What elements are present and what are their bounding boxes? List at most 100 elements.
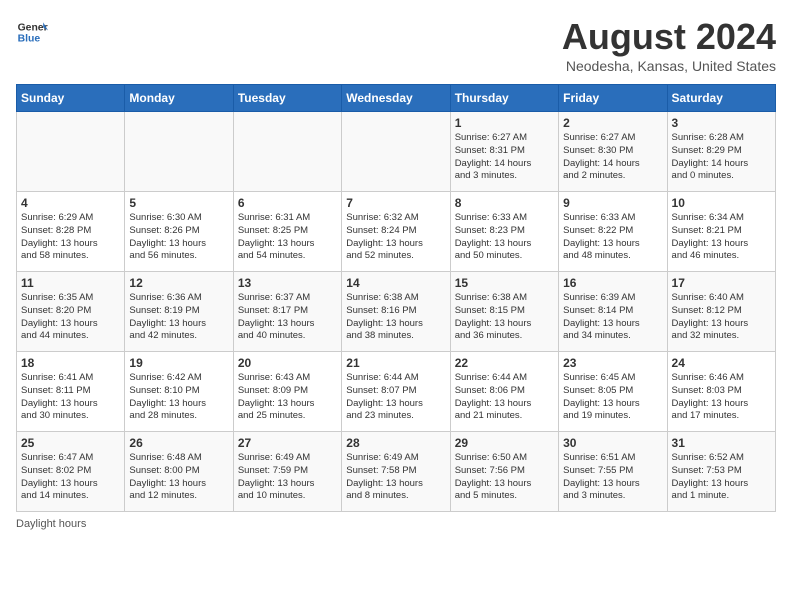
calendar-cell: 11Sunrise: 6:35 AM Sunset: 8:20 PM Dayli… bbox=[17, 272, 125, 352]
footer: Daylight hours bbox=[16, 518, 776, 530]
day-info: Sunrise: 6:52 AM Sunset: 7:53 PM Dayligh… bbox=[672, 452, 771, 503]
calendar-week-row: 4 Sunrise: 6:29 AM Sunset: 8:28 PM Daylig… bbox=[17, 192, 776, 272]
calendar-cell: 24 Sunrise: 6:46 AM Sunset: 8:03 PM Dayli… bbox=[667, 352, 775, 432]
calendar-week-row: 11Sunrise: 6:35 AM Sunset: 8:20 PM Dayli… bbox=[17, 272, 776, 352]
day-number: 15 bbox=[455, 276, 554, 290]
calendar-cell: 9 Sunrise: 6:33 AM Sunset: 8:22 PM Daylig… bbox=[559, 192, 667, 272]
day-number: 22 bbox=[455, 356, 554, 370]
day-info: Sunrise: 6:28 AM Sunset: 8:29 PM Dayligh… bbox=[672, 132, 771, 183]
calendar-cell: 20 Sunrise: 6:43 AM Sunset: 8:09 PM Dayli… bbox=[233, 352, 341, 432]
day-number: 17 bbox=[672, 276, 771, 290]
calendar-cell: 12Sunrise: 6:36 AM Sunset: 8:19 PM Dayli… bbox=[125, 272, 233, 352]
day-info: Sunrise: 6:47 AM Sunset: 8:02 PM Dayligh… bbox=[21, 452, 120, 503]
day-number: 20 bbox=[238, 356, 337, 370]
calendar-cell bbox=[17, 112, 125, 192]
calendar-cell: 22Sunrise: 6:44 AM Sunset: 8:06 PM Dayli… bbox=[450, 352, 558, 432]
calendar-cell: 13 Sunrise: 6:37 AM Sunset: 8:17 PM Dayli… bbox=[233, 272, 341, 352]
calendar-day-header: Monday bbox=[125, 85, 233, 112]
calendar-cell: 21 Sunrise: 6:44 AM Sunset: 8:07 PM Dayli… bbox=[342, 352, 450, 432]
day-info: Sunrise: 6:45 AM Sunset: 8:05 PM Dayligh… bbox=[563, 372, 662, 423]
calendar-table: SundayMondayTuesdayWednesdayThursdayFrid… bbox=[16, 84, 776, 512]
calendar-day-header: Tuesday bbox=[233, 85, 341, 112]
calendar-cell: 25 Sunrise: 6:47 AM Sunset: 8:02 PM Dayli… bbox=[17, 432, 125, 512]
logo-icon: General Blue bbox=[16, 16, 48, 48]
day-number: 16 bbox=[563, 276, 662, 290]
calendar-cell: 4 Sunrise: 6:29 AM Sunset: 8:28 PM Daylig… bbox=[17, 192, 125, 272]
svg-text:Blue: Blue bbox=[18, 34, 41, 45]
day-info: Sunrise: 6:38 AM Sunset: 8:15 PM Dayligh… bbox=[455, 292, 554, 343]
calendar-cell: 3 Sunrise: 6:28 AM Sunset: 8:29 PM Daylig… bbox=[667, 112, 775, 192]
calendar-cell bbox=[342, 112, 450, 192]
calendar-cell: 10Sunrise: 6:34 AM Sunset: 8:21 PM Dayli… bbox=[667, 192, 775, 272]
day-info: Sunrise: 6:27 AM Sunset: 8:30 PM Dayligh… bbox=[563, 132, 662, 183]
day-number: 26 bbox=[129, 436, 228, 450]
day-number: 14 bbox=[346, 276, 445, 290]
day-number: 2 bbox=[563, 116, 662, 130]
day-info: Sunrise: 6:40 AM Sunset: 8:12 PM Dayligh… bbox=[672, 292, 771, 343]
day-number: 24 bbox=[672, 356, 771, 370]
day-info: Sunrise: 6:31 AM Sunset: 8:25 PM Dayligh… bbox=[238, 212, 337, 263]
calendar-day-header: Thursday bbox=[450, 85, 558, 112]
day-info: Sunrise: 6:33 AM Sunset: 8:23 PM Dayligh… bbox=[455, 212, 554, 263]
calendar-day-header: Saturday bbox=[667, 85, 775, 112]
day-number: 4 bbox=[21, 196, 120, 210]
day-number: 23 bbox=[563, 356, 662, 370]
day-info: Sunrise: 6:38 AM Sunset: 8:16 PM Dayligh… bbox=[346, 292, 445, 343]
calendar-day-header: Friday bbox=[559, 85, 667, 112]
page-title: August 2024 bbox=[562, 16, 776, 58]
calendar-cell: 5Sunrise: 6:30 AM Sunset: 8:26 PM Daylig… bbox=[125, 192, 233, 272]
calendar-cell: 28 Sunrise: 6:49 AM Sunset: 7:58 PM Dayli… bbox=[342, 432, 450, 512]
calendar-cell: 14 Sunrise: 6:38 AM Sunset: 8:16 PM Dayli… bbox=[342, 272, 450, 352]
day-number: 28 bbox=[346, 436, 445, 450]
day-number: 25 bbox=[21, 436, 120, 450]
title-area: August 2024 Neodesha, Kansas, United Sta… bbox=[562, 16, 776, 74]
day-number: 30 bbox=[563, 436, 662, 450]
day-info: Sunrise: 6:46 AM Sunset: 8:03 PM Dayligh… bbox=[672, 372, 771, 423]
day-info: Sunrise: 6:41 AM Sunset: 8:11 PM Dayligh… bbox=[21, 372, 120, 423]
day-info: Sunrise: 6:34 AM Sunset: 8:21 PM Dayligh… bbox=[672, 212, 771, 263]
day-number: 5 bbox=[129, 196, 228, 210]
day-info: Sunrise: 6:44 AM Sunset: 8:07 PM Dayligh… bbox=[346, 372, 445, 423]
day-info: Sunrise: 6:49 AM Sunset: 7:58 PM Dayligh… bbox=[346, 452, 445, 503]
calendar-week-row: 1 Sunrise: 6:27 AM Sunset: 8:31 PM Daylig… bbox=[17, 112, 776, 192]
footer-text: Daylight hours bbox=[16, 518, 86, 530]
calendar-cell: 2 Sunrise: 6:27 AM Sunset: 8:30 PM Daylig… bbox=[559, 112, 667, 192]
day-number: 8 bbox=[455, 196, 554, 210]
day-info: Sunrise: 6:27 AM Sunset: 8:31 PM Dayligh… bbox=[455, 132, 554, 183]
day-info: Sunrise: 6:43 AM Sunset: 8:09 PM Dayligh… bbox=[238, 372, 337, 423]
calendar-day-header: Sunday bbox=[17, 85, 125, 112]
calendar-cell: 18Sunrise: 6:41 AM Sunset: 8:11 PM Dayli… bbox=[17, 352, 125, 432]
day-info: Sunrise: 6:39 AM Sunset: 8:14 PM Dayligh… bbox=[563, 292, 662, 343]
calendar-cell: 1 Sunrise: 6:27 AM Sunset: 8:31 PM Daylig… bbox=[450, 112, 558, 192]
calendar-week-row: 25 Sunrise: 6:47 AM Sunset: 8:02 PM Dayli… bbox=[17, 432, 776, 512]
day-number: 21 bbox=[346, 356, 445, 370]
day-info: Sunrise: 6:48 AM Sunset: 8:00 PM Dayligh… bbox=[129, 452, 228, 503]
day-info: Sunrise: 6:29 AM Sunset: 8:28 PM Dayligh… bbox=[21, 212, 120, 263]
day-number: 11 bbox=[21, 276, 120, 290]
calendar-cell: 15 Sunrise: 6:38 AM Sunset: 8:15 PM Dayli… bbox=[450, 272, 558, 352]
day-info: Sunrise: 6:49 AM Sunset: 7:59 PM Dayligh… bbox=[238, 452, 337, 503]
calendar-cell: 19Sunrise: 6:42 AM Sunset: 8:10 PM Dayli… bbox=[125, 352, 233, 432]
day-info: Sunrise: 6:50 AM Sunset: 7:56 PM Dayligh… bbox=[455, 452, 554, 503]
calendar-cell: 30Sunrise: 6:51 AM Sunset: 7:55 PM Dayli… bbox=[559, 432, 667, 512]
header: General Blue August 2024 Neodesha, Kansa… bbox=[16, 16, 776, 74]
page-subtitle: Neodesha, Kansas, United States bbox=[562, 58, 776, 74]
day-info: Sunrise: 6:42 AM Sunset: 8:10 PM Dayligh… bbox=[129, 372, 228, 423]
logo: General Blue bbox=[16, 16, 48, 48]
day-number: 27 bbox=[238, 436, 337, 450]
day-info: Sunrise: 6:37 AM Sunset: 8:17 PM Dayligh… bbox=[238, 292, 337, 343]
day-number: 29 bbox=[455, 436, 554, 450]
day-number: 9 bbox=[563, 196, 662, 210]
calendar-cell bbox=[125, 112, 233, 192]
calendar-cell bbox=[233, 112, 341, 192]
day-number: 13 bbox=[238, 276, 337, 290]
calendar-cell: 7Sunrise: 6:32 AM Sunset: 8:24 PM Daylig… bbox=[342, 192, 450, 272]
calendar-cell: 26 Sunrise: 6:48 AM Sunset: 8:00 PM Dayli… bbox=[125, 432, 233, 512]
day-number: 12 bbox=[129, 276, 228, 290]
calendar-day-header: Wednesday bbox=[342, 85, 450, 112]
day-number: 1 bbox=[455, 116, 554, 130]
calendar-cell: 6Sunrise: 6:31 AM Sunset: 8:25 PM Daylig… bbox=[233, 192, 341, 272]
calendar-cell: 31Sunrise: 6:52 AM Sunset: 7:53 PM Dayli… bbox=[667, 432, 775, 512]
day-number: 3 bbox=[672, 116, 771, 130]
day-info: Sunrise: 6:33 AM Sunset: 8:22 PM Dayligh… bbox=[563, 212, 662, 263]
